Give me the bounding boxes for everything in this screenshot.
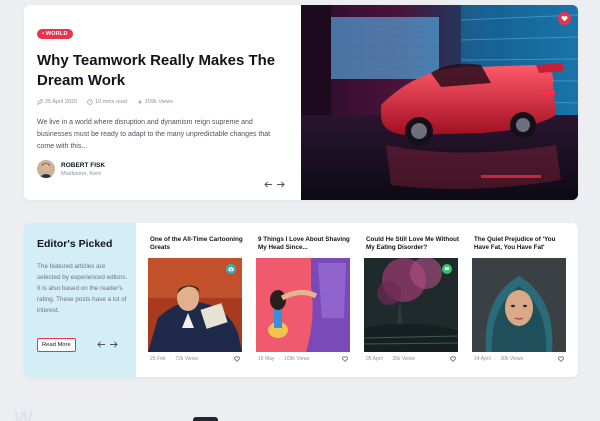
hero-slider-arrows	[264, 181, 285, 188]
article-card-date: 26 Feb	[150, 356, 166, 362]
camera-icon	[228, 267, 234, 272]
card-badge	[226, 264, 236, 274]
article-read-time-text: 10 mins read	[95, 99, 127, 105]
article-card-image[interactable]	[472, 258, 566, 352]
category-tag[interactable]: • WORLD	[37, 29, 73, 39]
featured-article-content: • WORLD Why Teamwork Really Makes The Dr…	[24, 5, 300, 200]
article-card-title[interactable]: Could He Still Love Me Without My Eating…	[366, 236, 462, 252]
heart-icon[interactable]	[450, 356, 456, 362]
article-excerpt: We live in a world where disruption and …	[37, 119, 271, 150]
article-views: 159k Views	[137, 99, 173, 105]
article-date: 25 April 2020	[37, 99, 77, 105]
arrow-right-icon[interactable]	[109, 341, 118, 348]
next-section-watermark: W	[14, 408, 34, 421]
meta-separator: ·	[169, 356, 172, 362]
author-info: ROBERT FISK Maidstone, Kent	[61, 162, 105, 177]
heart-icon[interactable]	[234, 356, 240, 362]
card-badge	[442, 264, 452, 274]
author-block[interactable]: ROBERT FISK Maidstone, Kent	[37, 160, 105, 178]
article-card-views: 72k Views	[175, 356, 198, 362]
meta-separator: ·	[386, 356, 389, 362]
clock-icon	[87, 99, 93, 105]
article-card-views: 30k Views	[500, 356, 524, 362]
editors-picked-intro: Editor's Picked The featured articles ar…	[24, 223, 136, 377]
article-read-time: 10 mins read	[87, 99, 127, 105]
article-card-image[interactable]	[256, 258, 350, 352]
article-card-meta: 16 May · 169k Views	[258, 356, 348, 362]
article-card-meta: 14 April · 30k Views	[474, 356, 564, 362]
featured-article-card: • WORLD Why Teamwork Really Makes The Dr…	[24, 5, 578, 200]
article-card[interactable]: Could He Still Love Me Without My Eating…	[364, 223, 464, 377]
article-card-image[interactable]	[364, 258, 458, 352]
article-card-title[interactable]: The Quiet Prejudice of 'You Have Fat, Yo…	[474, 236, 570, 252]
article-card-views: 35k Views	[392, 356, 416, 362]
author-avatar[interactable]	[37, 160, 55, 178]
article-card[interactable]: 9 Things I Love About Shaving My Head Si…	[256, 223, 356, 377]
article-card-date: 05 April	[366, 356, 383, 362]
article-card-meta: 26 Feb · 72k Views	[150, 356, 240, 362]
chat-icon	[444, 267, 450, 271]
heart-icon[interactable]	[558, 356, 564, 362]
read-more-button[interactable]: Read More	[37, 338, 76, 352]
article-card-meta: 05 April · 35k Views	[366, 356, 456, 362]
meta-separator: ·	[278, 356, 281, 362]
article-card-image[interactable]	[148, 258, 242, 352]
article-date-text: 25 April 2020	[45, 99, 78, 105]
featured-article-image[interactable]	[301, 5, 578, 200]
section-description: The featured articles are selected by ex…	[37, 263, 128, 314]
article-meta: 25 April 2020 10 mins read 159k Views	[37, 99, 173, 105]
section-title: Editor's Picked	[37, 238, 113, 250]
heart-icon	[561, 15, 568, 22]
featured-article-title[interactable]: Why Teamwork Really Makes The Dream Work	[37, 51, 289, 91]
arrow-right-icon[interactable]	[276, 181, 285, 188]
arrow-left-icon[interactable]	[264, 181, 273, 188]
article-views-text: 159k Views	[144, 99, 173, 105]
bolt-icon	[138, 99, 142, 105]
article-card[interactable]: One of the All-Time Cartooning Greats 26…	[148, 223, 248, 377]
article-card-date: 14 April	[474, 356, 491, 362]
author-location: Maidstone, Kent	[61, 170, 101, 177]
next-section-tab[interactable]	[193, 417, 218, 421]
article-card-date: 16 May	[258, 356, 275, 362]
favorite-button[interactable]	[558, 12, 571, 25]
arrow-left-icon[interactable]	[97, 341, 106, 348]
article-card-views: 169k Views	[284, 356, 310, 362]
editors-picked-section: Editor's Picked The featured articles ar…	[24, 223, 578, 377]
article-card[interactable]: The Quiet Prejudice of 'You Have Fat, Yo…	[472, 223, 572, 377]
author-name[interactable]: ROBERT FISK	[61, 162, 105, 169]
heart-icon[interactable]	[342, 356, 348, 362]
article-card-title[interactable]: 9 Things I Love About Shaving My Head Si…	[258, 236, 354, 252]
meta-separator: ·	[494, 356, 497, 362]
picks-slider-arrows	[97, 341, 118, 348]
article-card-title[interactable]: One of the All-Time Cartooning Greats	[150, 236, 246, 252]
pen-icon	[37, 99, 43, 105]
